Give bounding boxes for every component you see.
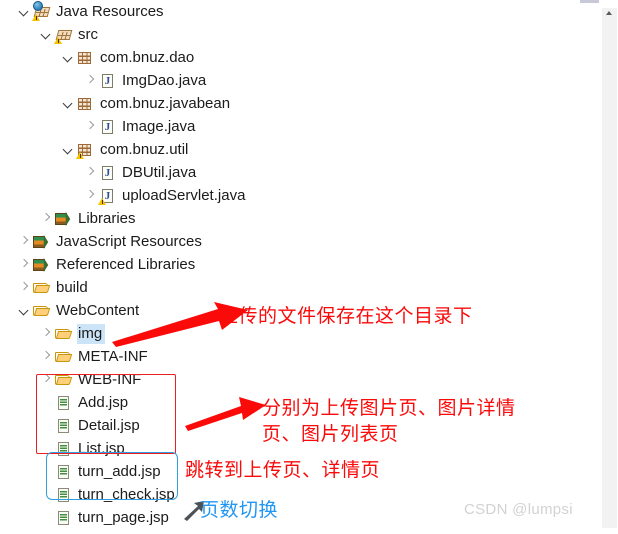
tree-row-build[interactable]: build bbox=[0, 276, 91, 299]
annotation-box-turn-pages bbox=[46, 452, 178, 500]
tree-row-img[interactable]: img bbox=[0, 322, 106, 345]
tree-item-label: Referenced Libraries bbox=[56, 255, 196, 273]
tree-row-referenced-libraries[interactable]: Referenced Libraries bbox=[0, 253, 198, 276]
chevron-right-icon[interactable] bbox=[38, 322, 55, 345]
tree-item-label: turn_page.jsp bbox=[78, 508, 169, 526]
tree-row-image-java[interactable]: Image.java bbox=[0, 115, 198, 138]
tree-item-label: DBUtil.java bbox=[122, 163, 197, 181]
chevron-down-icon[interactable] bbox=[60, 46, 77, 69]
vertical-scrollbar[interactable] bbox=[599, 0, 618, 534]
folder-icon bbox=[33, 279, 50, 296]
folder-icon bbox=[55, 348, 72, 365]
tree-row-libraries[interactable]: Libraries bbox=[0, 207, 139, 230]
chevron-right-icon[interactable] bbox=[16, 276, 33, 299]
chevron-right-icon[interactable] bbox=[16, 253, 33, 276]
chevron-down-icon[interactable] bbox=[38, 23, 55, 46]
java-file-icon bbox=[99, 118, 116, 135]
chevron-down-icon[interactable] bbox=[60, 92, 77, 115]
annotation-box-jsp-pages bbox=[36, 374, 176, 454]
chevron-right-icon[interactable] bbox=[82, 161, 99, 184]
chevron-right-icon[interactable] bbox=[82, 69, 99, 92]
tree-item-label: META-INF bbox=[78, 347, 148, 365]
tree-item-label: com.bnuz.javabean bbox=[100, 94, 231, 112]
annotation-note-paging: 页数切换 bbox=[200, 499, 279, 521]
package-icon bbox=[77, 95, 94, 112]
libraries-icon bbox=[33, 256, 50, 273]
tree-row-java-resources[interactable]: Java Resources bbox=[0, 0, 167, 23]
tree-item-label: build bbox=[56, 278, 88, 296]
tree-item-label: Image.java bbox=[122, 117, 196, 135]
annotation-note-jump: 跳转到上传页、详情页 bbox=[185, 459, 381, 481]
jsp-file-icon bbox=[55, 509, 72, 526]
tree-row-imgdao-java[interactable]: ImgDao.java bbox=[0, 69, 209, 92]
chevron-right-icon[interactable] bbox=[82, 184, 99, 207]
tree-row-com-bnuz-util[interactable]: com.bnuz.util bbox=[0, 138, 191, 161]
tree-row-src[interactable]: src bbox=[0, 23, 101, 46]
package-warning-icon bbox=[76, 141, 94, 159]
scrollbar-thumb[interactable] bbox=[602, 8, 617, 125]
screenshot-root: Java Resources src com.bnuz.dao ImgDao.j… bbox=[0, 0, 618, 534]
libraries-icon bbox=[55, 210, 72, 227]
tree-item-label: JavaScript Resources bbox=[56, 232, 202, 250]
tree-row-com-bnuz-dao[interactable]: com.bnuz.dao bbox=[0, 46, 197, 69]
tree-row-uploadservlet-java[interactable]: uploadServlet.java bbox=[0, 184, 248, 207]
source-folder-icon bbox=[54, 26, 72, 44]
scroll-up-icon[interactable] bbox=[606, 11, 612, 15]
annotation-note-pages-line2: 页、图片列表页 bbox=[262, 423, 399, 445]
tree-item-label: com.bnuz.dao bbox=[100, 48, 195, 66]
tree-item-label-selected: img bbox=[77, 323, 106, 344]
chevron-down-icon[interactable] bbox=[60, 138, 77, 161]
annotation-arrow-jsp-pages bbox=[185, 397, 266, 431]
tree-item-label: ImgDao.java bbox=[122, 71, 207, 89]
csdn-watermark: CSDN @lumpsi bbox=[464, 501, 573, 518]
package-icon bbox=[77, 49, 94, 66]
chevron-right-icon[interactable] bbox=[82, 115, 99, 138]
tree-item-label: com.bnuz.util bbox=[100, 140, 189, 158]
chevron-right-icon[interactable] bbox=[38, 345, 55, 368]
chevron-down-icon[interactable] bbox=[16, 299, 33, 322]
chevron-down-icon[interactable] bbox=[16, 0, 33, 23]
tree-row-com-bnuz-javabean[interactable]: com.bnuz.javabean bbox=[0, 92, 233, 115]
chevron-right-icon[interactable] bbox=[38, 207, 55, 230]
annotation-note-upload-dir: 上传的文件保存在这个目录下 bbox=[219, 305, 473, 327]
java-file-icon bbox=[99, 72, 116, 89]
java-file-icon bbox=[99, 164, 116, 181]
java-file-warning-icon bbox=[98, 187, 116, 205]
tree-item-label: Java Resources bbox=[56, 2, 164, 20]
tree-row-turn-page-jsp[interactable]: turn_page.jsp bbox=[0, 506, 172, 529]
tree-item-label: Libraries bbox=[78, 209, 136, 227]
annotation-note-pages-line1: 分别为上传图片页、图片详情 bbox=[262, 397, 516, 419]
libraries-icon bbox=[33, 233, 50, 250]
tree-item-label: uploadServlet.java bbox=[122, 186, 246, 204]
tree-row-javascript-resources[interactable]: JavaScript Resources bbox=[0, 230, 205, 253]
folder-icon bbox=[33, 302, 50, 319]
tree-row-dbutil-java[interactable]: DBUtil.java bbox=[0, 161, 199, 184]
chevron-right-icon[interactable] bbox=[16, 230, 33, 253]
tree-row-meta-inf[interactable]: META-INF bbox=[0, 345, 151, 368]
folder-icon bbox=[55, 325, 72, 342]
tree-item-label: src bbox=[78, 25, 98, 43]
java-resources-icon bbox=[32, 1, 50, 21]
